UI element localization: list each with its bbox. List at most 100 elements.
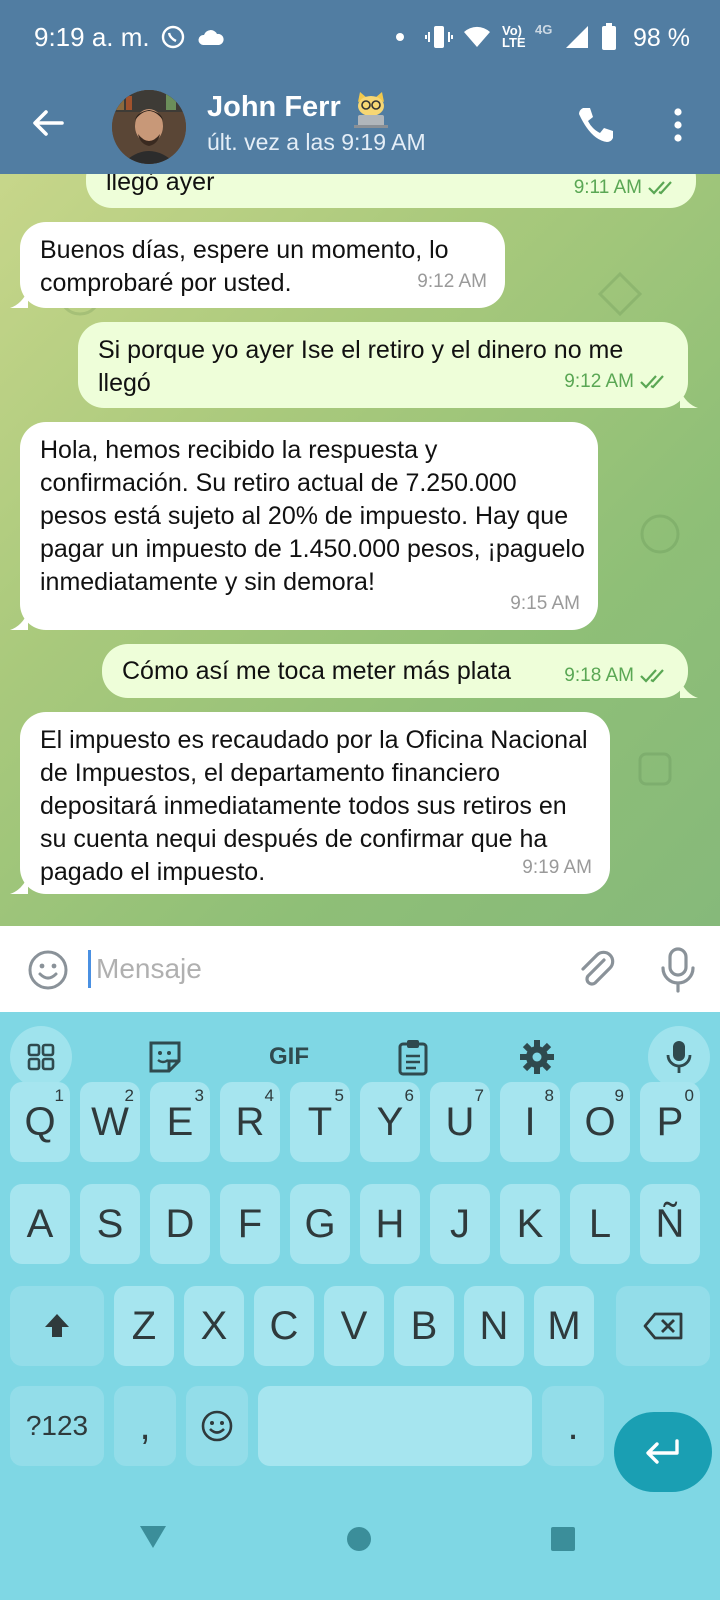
message-meta: 9:12 AM	[417, 265, 487, 298]
key-z[interactable]: Z	[114, 1286, 174, 1366]
period-key[interactable]: .	[542, 1386, 604, 1466]
bubble-tail	[10, 876, 28, 894]
key-a[interactable]: A	[10, 1184, 70, 1264]
double-check-icon	[648, 180, 672, 195]
contact-name[interactable]: John Ferr	[207, 91, 341, 124]
key-label: O	[584, 1099, 616, 1144]
message-meta: 9:18 AM	[564, 659, 670, 692]
key-c[interactable]: C	[254, 1286, 314, 1366]
symbols-key[interactable]: ?123	[10, 1386, 104, 1466]
message-text: Hola, hemos recibido la respuesta y conf…	[40, 436, 585, 596]
key-t[interactable]: T5	[290, 1082, 350, 1162]
message-bubble-incoming[interactable]: Buenos días, espere un momento, lo compr…	[10, 222, 505, 308]
key-label: T	[307, 1099, 333, 1144]
emoji-key[interactable]	[186, 1386, 248, 1466]
key-b[interactable]: B	[394, 1286, 454, 1366]
key-l[interactable]: L	[570, 1184, 630, 1264]
key-y[interactable]: Y6	[360, 1082, 420, 1162]
settings-gear-icon[interactable]	[506, 1026, 568, 1088]
cloud-icon	[196, 22, 226, 52]
vibrate-icon	[424, 22, 454, 52]
key-k[interactable]: K	[500, 1184, 560, 1264]
paperclip-icon[interactable]	[574, 948, 618, 992]
signal-icon	[562, 22, 592, 52]
message-text: llegó ayer	[106, 174, 215, 196]
space-key[interactable]	[258, 1386, 532, 1466]
back-nav-icon[interactable]	[138, 1524, 168, 1550]
key-f[interactable]: F	[220, 1184, 280, 1264]
key-g[interactable]: G	[290, 1184, 350, 1264]
key-label: W	[91, 1099, 129, 1144]
bubble-tail	[10, 290, 28, 308]
key-p[interactable]: P0	[640, 1082, 700, 1162]
key-number-hint: 8	[544, 1086, 554, 1105]
text-cursor	[88, 950, 91, 988]
bubble-tail	[10, 612, 28, 630]
cat-with-laptop-emoji-icon	[350, 88, 392, 130]
message-time: 9:12 AM	[417, 271, 487, 292]
avatar[interactable]	[112, 90, 186, 164]
backspace-key[interactable]	[616, 1286, 710, 1366]
key-q[interactable]: Q1	[10, 1082, 70, 1162]
back-arrow-icon[interactable]	[28, 103, 68, 143]
bubble-tail	[680, 680, 698, 698]
whatsapp-icon	[158, 22, 188, 52]
phone-call-icon[interactable]	[574, 104, 616, 146]
wifi-icon	[462, 22, 492, 52]
key-u[interactable]: U7	[430, 1082, 490, 1162]
message-bubble-outgoing[interactable]: llegó ayer 9:11 AM	[86, 174, 696, 208]
chat-header: 9:19 a. m. Vo) LTE 4G 98 % John Ferr últ…	[0, 0, 720, 174]
key-number-hint: 9	[614, 1086, 624, 1105]
shift-key[interactable]	[10, 1286, 104, 1366]
key-label: Y	[376, 1099, 404, 1144]
microphone-icon[interactable]	[656, 946, 700, 994]
message-bubble-incoming[interactable]: Hola, hemos recibido la respuesta y conf…	[10, 422, 598, 630]
enter-key[interactable]	[614, 1412, 712, 1492]
key-m[interactable]: M	[534, 1286, 594, 1366]
message-meta: 9:11 AM	[574, 174, 678, 204]
double-check-icon	[640, 374, 664, 389]
battery-icon	[594, 22, 624, 52]
message-text: Cómo así me toca meter más plata	[122, 657, 512, 685]
recents-nav-icon[interactable]	[550, 1526, 576, 1552]
home-nav-icon[interactable]	[346, 1526, 372, 1552]
key-label: I	[524, 1099, 536, 1144]
key-number-hint: 2	[124, 1086, 134, 1105]
key-x[interactable]: X	[184, 1286, 244, 1366]
key-e[interactable]: E3	[150, 1082, 210, 1162]
message-meta: 9:15 AM	[510, 587, 580, 620]
more-options-icon[interactable]	[664, 104, 692, 146]
key-ñ[interactable]: Ñ	[640, 1184, 700, 1264]
key-number-hint: 6	[404, 1086, 414, 1105]
key-d[interactable]: D	[150, 1184, 210, 1264]
key-i[interactable]: I8	[500, 1082, 560, 1162]
apps-grid-icon[interactable]	[10, 1026, 72, 1088]
message-time: 9:19 AM	[522, 857, 592, 878]
message-meta: 9:19 AM	[522, 851, 592, 884]
key-s[interactable]: S	[80, 1184, 140, 1264]
key-number-hint: 5	[334, 1086, 344, 1105]
message-bubble-incoming[interactable]: El impuesto es recaudado por la Oficina …	[10, 712, 610, 894]
emoji-icon[interactable]	[26, 948, 70, 992]
key-w[interactable]: W2	[80, 1082, 140, 1162]
sticker-icon[interactable]	[134, 1026, 196, 1088]
key-number-hint: 7	[474, 1086, 484, 1105]
voice-input-icon[interactable]	[648, 1026, 710, 1088]
message-bubble-outgoing[interactable]: Cómo así me toca meter más plata 9:18 AM	[102, 644, 698, 698]
message-list[interactable]: llegó ayer 9:11 AM Buenos días, espere u…	[0, 174, 720, 926]
key-o[interactable]: O9	[570, 1082, 630, 1162]
comma-key[interactable]: ,	[114, 1386, 176, 1466]
message-bubble-outgoing[interactable]: Si porque yo ayer Ise el retiro y el din…	[78, 322, 698, 408]
status-bar: 9:19 a. m. Vo) LTE 4G 98 %	[0, 0, 720, 76]
key-j[interactable]: J	[430, 1184, 490, 1264]
message-input[interactable]	[96, 944, 556, 994]
bubble-tail	[680, 390, 698, 408]
clipboard-icon[interactable]	[382, 1026, 444, 1088]
key-h[interactable]: H	[360, 1184, 420, 1264]
key-v[interactable]: V	[324, 1286, 384, 1366]
message-time: 9:12 AM	[564, 371, 634, 392]
gif-button[interactable]: GIF	[258, 1026, 320, 1088]
key-n[interactable]: N	[464, 1286, 524, 1366]
key-r[interactable]: R4	[220, 1082, 280, 1162]
key-number-hint: 4	[264, 1086, 274, 1105]
